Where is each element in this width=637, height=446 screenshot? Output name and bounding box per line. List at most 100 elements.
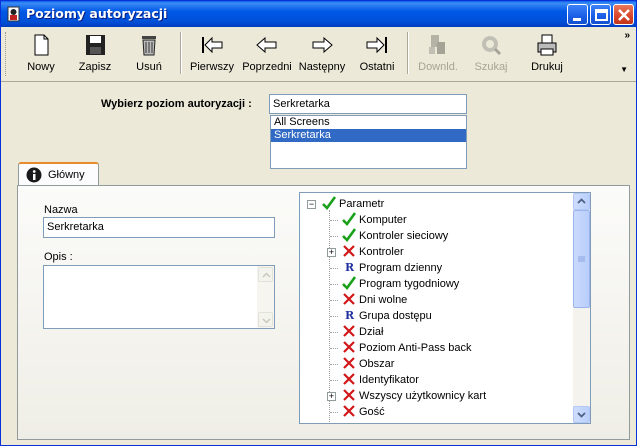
- name-field[interactable]: Serkretarka: [43, 217, 275, 238]
- tree-connector: [330, 364, 338, 365]
- tree-item-label: Kontroler sieciowy: [359, 230, 449, 242]
- expand-icon[interactable]: +: [327, 248, 336, 257]
- tree-item-label: Obszar: [359, 358, 395, 370]
- trash-bin-icon: [142, 36, 156, 56]
- new-document-icon: [34, 34, 49, 56]
- tree-item[interactable]: R Program dzienny: [300, 260, 570, 276]
- save-disk-icon: [86, 35, 105, 55]
- last-arrow-icon: [366, 36, 387, 54]
- tree-connector: [330, 332, 338, 333]
- tree-connector: [330, 300, 338, 301]
- main-window: Poziomy autoryzacji Nowy Zapisz Usuń Pie…: [0, 0, 637, 446]
- toolbar-separator: [180, 32, 182, 74]
- cross-icon: [343, 245, 355, 257]
- chevron-down-icon[interactable]: ▼: [620, 65, 628, 74]
- tree-item-label: Dni wolne: [359, 294, 408, 306]
- tree-item[interactable]: R Grupa dostępu: [300, 308, 570, 324]
- tree-item[interactable]: Identyfikator: [300, 372, 570, 388]
- previous-arrow-icon: [256, 36, 277, 54]
- read-only-icon: R: [345, 261, 355, 274]
- tree-connector: [330, 316, 338, 317]
- tree-item[interactable]: + Kontroler: [300, 244, 570, 260]
- previous-button[interactable]: Poprzedni: [241, 31, 293, 77]
- delete-button[interactable]: Usuń: [129, 31, 169, 77]
- cross-icon: [343, 341, 355, 353]
- scroll-up-button[interactable]: [573, 193, 590, 210]
- toolbar-grip[interactable]: [5, 32, 8, 76]
- tree-item-label: Grupa dostępu: [359, 310, 432, 322]
- cross-icon: [343, 389, 355, 401]
- level-selector-list[interactable]: All Screens Serkretarka: [270, 115, 467, 169]
- tree-item[interactable]: Obszar: [300, 356, 570, 372]
- permission-tree[interactable]: − Parametr Komputer Kontroler sieciowy + Kont…: [299, 192, 591, 424]
- app-icon: [7, 6, 20, 22]
- save-button[interactable]: Zapisz: [75, 31, 115, 77]
- tree-item-label: Wszyscy użytkownicy kart: [359, 390, 487, 402]
- toolbar: Nowy Zapisz Usuń Pierwszy Poprzedni Nast…: [1, 27, 636, 82]
- tree-item-label: Dział: [359, 326, 384, 338]
- title-bar[interactable]: Poziomy autoryzacji: [1, 1, 636, 27]
- read-only-icon: R: [345, 309, 355, 322]
- tree-connector: [330, 220, 338, 221]
- first-button[interactable]: Pierwszy: [187, 31, 237, 77]
- tree-connector: [330, 268, 338, 269]
- info-icon: [26, 167, 42, 183]
- next-button[interactable]: Następny: [297, 31, 347, 77]
- description-field[interactable]: [43, 265, 275, 329]
- tree-item[interactable]: Gość: [300, 404, 570, 420]
- scroll-down-button[interactable]: [573, 406, 590, 423]
- list-item[interactable]: All Screens: [271, 116, 466, 129]
- print-button[interactable]: Drukuj: [527, 31, 567, 77]
- tree-item-label: Gość: [359, 406, 385, 418]
- close-button[interactable]: [613, 4, 634, 25]
- tab-main[interactable]: Główny: [18, 162, 99, 186]
- download-button[interactable]: Downld.: [414, 31, 462, 77]
- toolbar-overflow-button[interactable]: »: [624, 30, 630, 41]
- tree-item-label: Poziom Anti-Pass back: [359, 342, 472, 354]
- next-arrow-icon: [312, 36, 333, 54]
- tree-item-label: Identyfikator: [359, 374, 419, 386]
- tree-item-label: Komputer: [359, 214, 407, 226]
- tree-scrollbar[interactable]: [573, 193, 590, 423]
- last-button[interactable]: Ostatni: [355, 31, 399, 77]
- minimize-button[interactable]: [567, 4, 588, 25]
- search-icon: [482, 36, 502, 56]
- first-arrow-icon: [202, 36, 223, 54]
- description-label: Opis :: [44, 251, 73, 263]
- tree-root[interactable]: − Parametr: [300, 196, 570, 212]
- tree-item[interactable]: Kontroler sieciowy: [300, 228, 570, 244]
- tree-item[interactable]: + Wszyscy użytkownicy kart: [300, 388, 570, 404]
- checkmark-icon: [342, 276, 356, 290]
- tree-item[interactable]: Program tygodniowy: [300, 276, 570, 292]
- cross-icon: [343, 373, 355, 385]
- tree-item[interactable]: Dni wolne: [300, 292, 570, 308]
- tree-connector: [330, 284, 338, 285]
- window-title: Poziomy autoryzacji: [26, 6, 168, 21]
- tree-item[interactable]: Komputer: [300, 212, 570, 228]
- cross-icon: [343, 405, 355, 417]
- name-label: Nazwa: [44, 204, 78, 216]
- level-selector-input[interactable]: Serkretarka: [269, 94, 467, 114]
- cross-icon: [343, 357, 355, 369]
- cross-icon: [343, 325, 355, 337]
- tree-connector: [330, 236, 338, 237]
- tree-item[interactable]: Dział: [300, 324, 570, 340]
- search-button[interactable]: Szukaj: [471, 31, 511, 77]
- description-scrollbar[interactable]: [257, 266, 274, 328]
- expand-icon[interactable]: +: [327, 392, 336, 401]
- scroll-thumb[interactable]: [573, 210, 590, 308]
- collapse-icon[interactable]: −: [307, 200, 316, 209]
- printer-icon: [537, 34, 557, 56]
- tab-label: Główny: [48, 169, 85, 181]
- maximize-button[interactable]: [590, 4, 611, 25]
- tree-connector: [330, 348, 338, 349]
- toolbar-separator: [407, 32, 409, 74]
- cross-icon: [343, 293, 355, 305]
- list-item[interactable]: Serkretarka: [271, 129, 466, 142]
- scroll-up-button[interactable]: [258, 267, 273, 282]
- new-button[interactable]: Nowy: [21, 31, 61, 77]
- tree-item[interactable]: Poziom Anti-Pass back: [300, 340, 570, 356]
- tree-connector: [330, 380, 338, 381]
- scroll-down-button[interactable]: [258, 312, 273, 327]
- checkmark-icon: [342, 212, 356, 226]
